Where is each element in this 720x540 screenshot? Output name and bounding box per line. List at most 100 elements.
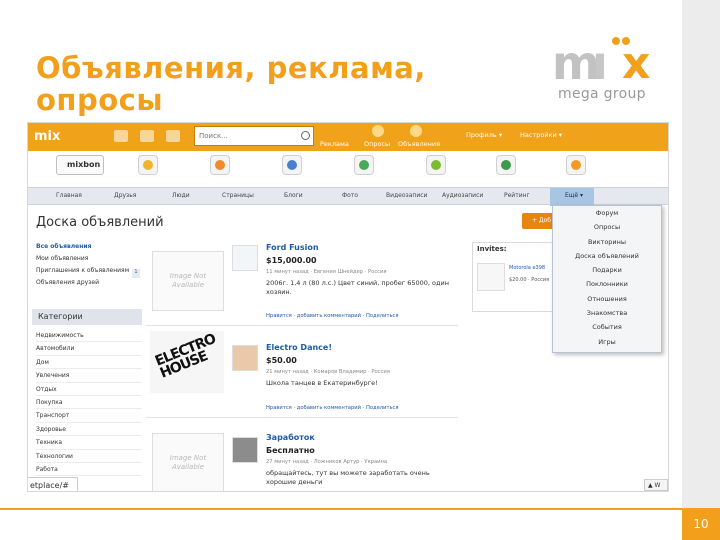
listing-actions[interactable]: Нравится · добавить комментарий · Подели… xyxy=(266,313,399,319)
category-item[interactable]: Транспорт xyxy=(36,409,142,423)
nav-friends[interactable]: Друзья xyxy=(114,192,136,199)
listing-price: $15,000.00 xyxy=(266,256,317,265)
notifications-icon[interactable] xyxy=(166,130,180,142)
category-item[interactable]: Дом xyxy=(36,356,142,370)
nav-people[interactable]: Люди xyxy=(172,192,190,199)
apps-bar: mixbon xyxy=(28,151,668,185)
settings-menu[interactable]: Настройки ▾ xyxy=(520,131,562,139)
menu-item-polls[interactable]: Опросы xyxy=(553,220,661,234)
mail-icon[interactable] xyxy=(140,130,154,142)
nav-pages[interactable]: Страницы xyxy=(222,192,254,199)
category-item[interactable]: Покупка xyxy=(36,396,142,410)
invite-price: $20.00 · Россия xyxy=(509,277,550,283)
pie-app-icon[interactable] xyxy=(282,155,302,175)
author-avatar[interactable] xyxy=(232,245,258,271)
nav-rating[interactable]: Рейтинг xyxy=(504,192,530,199)
menu-item-dating[interactable]: Знакомства xyxy=(553,306,661,320)
menu-item-forum[interactable]: Форум xyxy=(553,206,661,220)
category-item[interactable]: Технологии xyxy=(36,450,142,463)
site-screenshot: mix Поиск... Реклама Опросы Объявления П… xyxy=(27,122,669,492)
nav-videos[interactable]: Видеозаписи xyxy=(386,192,427,199)
target-app-icon[interactable] xyxy=(426,155,446,175)
category-item[interactable]: Недвижимость xyxy=(36,329,142,343)
listing-title[interactable]: Electro Dance! xyxy=(266,343,332,352)
invite-thumbnail[interactable] xyxy=(477,263,505,291)
person-app-icon[interactable] xyxy=(496,155,516,175)
listing-title[interactable]: Заработок xyxy=(266,433,315,442)
category-item[interactable]: Здоровье xyxy=(36,423,142,437)
menu-item-gifts[interactable]: Подарки xyxy=(553,263,661,277)
people-app-icon[interactable] xyxy=(354,155,374,175)
nav-blogs[interactable]: Блоги xyxy=(284,192,303,199)
category-item[interactable]: Увлечения xyxy=(36,369,142,383)
listing-image-placeholder[interactable]: Image Not Available xyxy=(152,251,224,311)
listings: Image Not Available Ford Fusion $15,000.… xyxy=(146,235,462,491)
menu-item-quizzes[interactable]: Викторины xyxy=(553,235,661,249)
listing-description: Школа танцев в Екатеринбурге! xyxy=(266,379,378,387)
corner-button[interactable]: ▲ W xyxy=(644,479,668,491)
invite-title[interactable]: Motorola e398 xyxy=(509,265,545,271)
listing-title[interactable]: Ford Fusion xyxy=(266,243,319,252)
category-item[interactable]: Техника xyxy=(36,436,142,450)
profile-menu[interactable]: Профиль ▾ xyxy=(466,131,502,139)
friends-icon[interactable] xyxy=(114,130,128,142)
author-avatar[interactable] xyxy=(232,345,258,371)
slide-right-bar xyxy=(682,0,720,540)
search-icon[interactable] xyxy=(301,131,310,140)
menu-item-events[interactable]: События xyxy=(553,320,661,334)
category-item[interactable]: Автомобили xyxy=(36,342,142,356)
main-nav: Главная Друзья Люди Страницы Блоги Фото … xyxy=(28,187,668,206)
ads-icon xyxy=(372,125,384,137)
author-avatar[interactable] xyxy=(232,437,258,463)
menu-item-games[interactable]: Игры xyxy=(553,335,661,349)
logo-tagline: mega group xyxy=(558,86,646,102)
listing-actions[interactable]: Нравится · добавить комментарий · Подели… xyxy=(266,405,399,411)
listing-description: обращайтесь, тут вы можете заработать оч… xyxy=(266,469,430,486)
listing-divider xyxy=(146,325,458,326)
rss-app-icon[interactable] xyxy=(566,155,586,175)
filter-mine[interactable]: Мои объявления xyxy=(36,253,142,265)
site-logo[interactable]: mix xyxy=(34,125,74,149)
page-number: 10 xyxy=(693,517,709,531)
topbar-link-ads[interactable]: Реклама xyxy=(320,140,349,148)
slide-bottom-line xyxy=(0,508,682,510)
listing-price: Бесплатно xyxy=(266,446,315,455)
warning-icon xyxy=(410,125,422,137)
mix-mega-group-logo: m ı x mega group xyxy=(552,28,664,108)
chart-app-icon[interactable] xyxy=(210,155,230,175)
listing-price: $50.00 xyxy=(266,356,297,365)
nav-audio[interactable]: Аудиозаписи xyxy=(442,192,483,199)
nav-home[interactable]: Главная xyxy=(56,192,82,199)
mixbon-app[interactable]: mixbon xyxy=(56,155,104,175)
site-topbar: mix Поиск... Реклама Опросы Объявления П… xyxy=(28,123,668,151)
slide-title-line1: Объявления, реклама, xyxy=(36,51,426,85)
topbar-link-polls[interactable]: Опросы xyxy=(364,140,390,148)
more-dropdown-menu: Форум Опросы Викторины Доска объявлений … xyxy=(552,205,662,353)
status-bar-url: etplace/# xyxy=(28,477,78,491)
listing-description: 2006г. 1,4 л (80 л.с.) Цвет синий, пробе… xyxy=(266,279,450,296)
invites-box: Invites: Motorola e398 $20.00 · Россия xyxy=(472,242,556,312)
search-input[interactable]: Поиск... xyxy=(194,126,314,146)
nav-more-dropdown[interactable]: Ещё ▾ xyxy=(550,188,594,206)
nav-photos[interactable]: Фото xyxy=(342,192,358,199)
listing-photo[interactable]: ELECTRO HOUSE xyxy=(150,331,224,393)
slide-title-line2: опросы xyxy=(36,83,164,117)
categories-list: Недвижимость Автомобили Дом Увлечения От… xyxy=(36,329,142,477)
listing-meta: 11 минут назад · Евгения Шнейдер · Росси… xyxy=(266,269,387,275)
category-item[interactable]: Работа xyxy=(36,463,142,477)
filter-all[interactable]: Все объявления xyxy=(36,241,142,253)
invites-count-badge: 1 xyxy=(132,269,140,278)
listing-divider xyxy=(146,417,458,418)
menu-item-fans[interactable]: Поклонники xyxy=(553,277,661,291)
listing-image-placeholder[interactable]: Image Not Available xyxy=(152,433,224,491)
filter-friends[interactable]: Объявления друзей xyxy=(36,277,142,289)
dollar-app-icon[interactable] xyxy=(138,155,158,175)
topbar-link-classifieds[interactable]: Объявления xyxy=(398,140,440,148)
logo-letter-i: ı xyxy=(592,36,608,90)
menu-item-classifieds[interactable]: Доска объявлений xyxy=(553,249,661,263)
category-item[interactable]: Отдых xyxy=(36,383,142,396)
menu-item-relations[interactable]: Отношения xyxy=(553,292,661,306)
filter-invites[interactable]: Приглашения к объявлениям xyxy=(36,265,142,277)
search-placeholder: Поиск... xyxy=(199,132,228,140)
invites-heading: Invites: xyxy=(477,245,507,253)
